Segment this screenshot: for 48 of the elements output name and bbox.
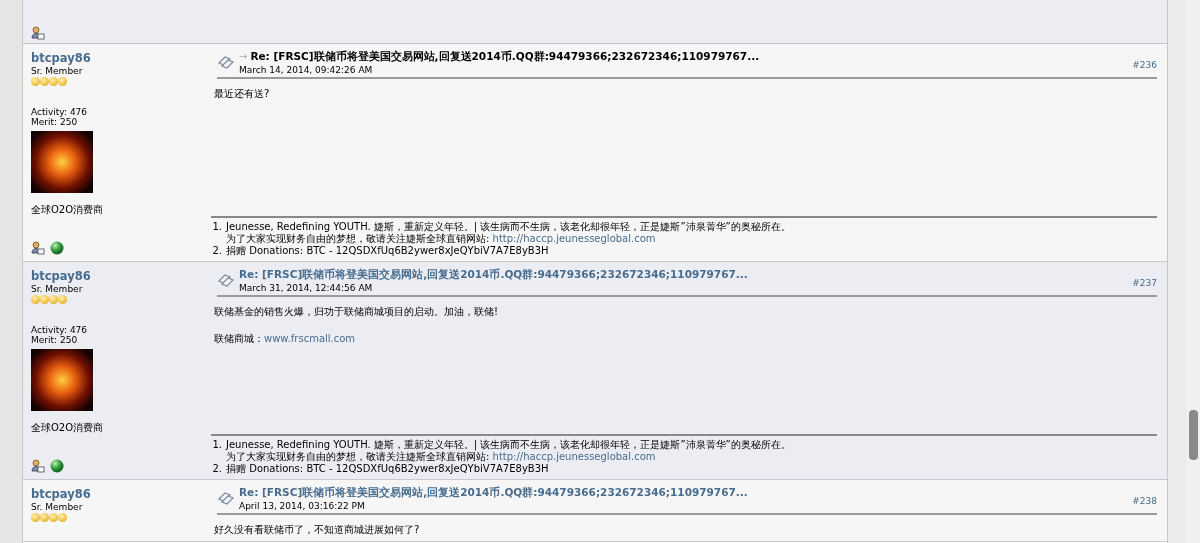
list-number: 2. bbox=[211, 463, 222, 475]
member-rank: Sr. Member bbox=[31, 66, 83, 76]
post-number-link[interactable]: #237 bbox=[1132, 277, 1157, 288]
member-rank: Sr. Member bbox=[31, 502, 83, 512]
personal-text: 全球O2O消费商 bbox=[31, 203, 104, 217]
member-rank: Sr. Member bbox=[31, 284, 83, 294]
signature-text: Jeunesse, Redefining YOUTH. 婕斯，重新定义年轻。| 该生病而不生病，该老化却很年轻，正是婕斯”沛泉菁华”的奥秘所在。 bbox=[226, 221, 791, 233]
username-link[interactable]: btcpay86 bbox=[31, 51, 91, 65]
globe-icon[interactable] bbox=[50, 459, 64, 473]
username-link[interactable]: btcpay86 bbox=[31, 487, 91, 501]
website-link[interactable]: www.frscmall.com bbox=[264, 333, 356, 344]
list-number: 1. bbox=[211, 221, 222, 233]
post-title-link[interactable]: Re: [FRSC]联储币将登美国交易网站,回复送2014币.QQ群:94479366;232672346;110979767... bbox=[239, 486, 748, 500]
list-number: 2. bbox=[211, 245, 222, 257]
post-number-link[interactable]: #238 bbox=[1132, 495, 1157, 506]
arrow-marker: → bbox=[239, 51, 248, 62]
signature-text: 捐赠 Donations: BTC - 12QSDXfUq6B2ywer8xJeQYbiV7A7E8yB3H bbox=[226, 245, 549, 257]
merit-count: Merit: 250 bbox=[31, 335, 78, 345]
profile-icon[interactable] bbox=[31, 26, 45, 40]
activity-count: Activity: 476 bbox=[31, 107, 88, 117]
username-link[interactable]: btcpay86 bbox=[31, 269, 91, 283]
profile-icon[interactable] bbox=[31, 459, 45, 473]
signature-text: 为了大家实现财务自由的梦想，敬请关注婕斯全球直销网站: http://haccp.jeunesseglobal.com bbox=[226, 233, 656, 245]
scrollbar-thumb[interactable] bbox=[1189, 410, 1198, 460]
post-date: April 13, 2014, 03:16:22 PM bbox=[239, 501, 366, 511]
post-title-link[interactable]: Re: [FRSC]联储币将登美国交易网站,回复送2014币.QQ群:94479366;232672346;110979767... bbox=[239, 268, 748, 282]
post-text: 最近还有送? bbox=[214, 87, 271, 101]
avatar-image bbox=[31, 349, 93, 411]
activity-count: Activity: 476 bbox=[31, 325, 88, 335]
avatar-image bbox=[31, 131, 93, 193]
scrollbar-track[interactable] bbox=[1186, 0, 1200, 543]
post-text: 联储商城：www.frscmall.com bbox=[214, 332, 357, 346]
post-text: 联储基金的销售火爆，归功于联储商城项目的启动。加油，联储! bbox=[214, 305, 499, 319]
website-link[interactable]: http://haccp.jeunesseglobal.com bbox=[492, 451, 656, 462]
list-number: 1. bbox=[211, 439, 222, 451]
profile-icon[interactable] bbox=[31, 241, 45, 255]
post-date: March 31, 2014, 12:44:56 AM bbox=[239, 283, 374, 293]
globe-icon[interactable] bbox=[50, 241, 64, 255]
signature-text: Jeunesse, Redefining YOUTH. 婕斯，重新定义年轻。| 该生病而不生病，该老化却很年轻，正是婕斯”沛泉菁华”的奥秘所在。 bbox=[226, 439, 791, 451]
merit-count: Merit: 250 bbox=[31, 117, 78, 127]
post-date: March 14, 2014, 09:42:26 AM bbox=[239, 65, 374, 75]
personal-text: 全球O2O消费商 bbox=[31, 421, 104, 435]
post-title-link[interactable]: Re: [FRSC]联储币将登美国交易网站,回复送2014币.QQ群:94479366;232672346;110979767... bbox=[250, 50, 760, 64]
signature-text: 捐赠 Donations: BTC - 12QSDXfUq6B2ywer8xJeQYbiV7A7E8yB3H bbox=[226, 463, 549, 475]
post-number-link[interactable]: #236 bbox=[1132, 59, 1157, 70]
website-link[interactable]: http://haccp.jeunesseglobal.com bbox=[492, 233, 656, 244]
signature-text: 为了大家实现财务自由的梦想，敬请关注婕斯全球直销网站: http://haccp.jeunesseglobal.com bbox=[226, 451, 656, 463]
post-text: 好久没有看联储币了，不知道商城进展如何了? bbox=[214, 523, 421, 537]
